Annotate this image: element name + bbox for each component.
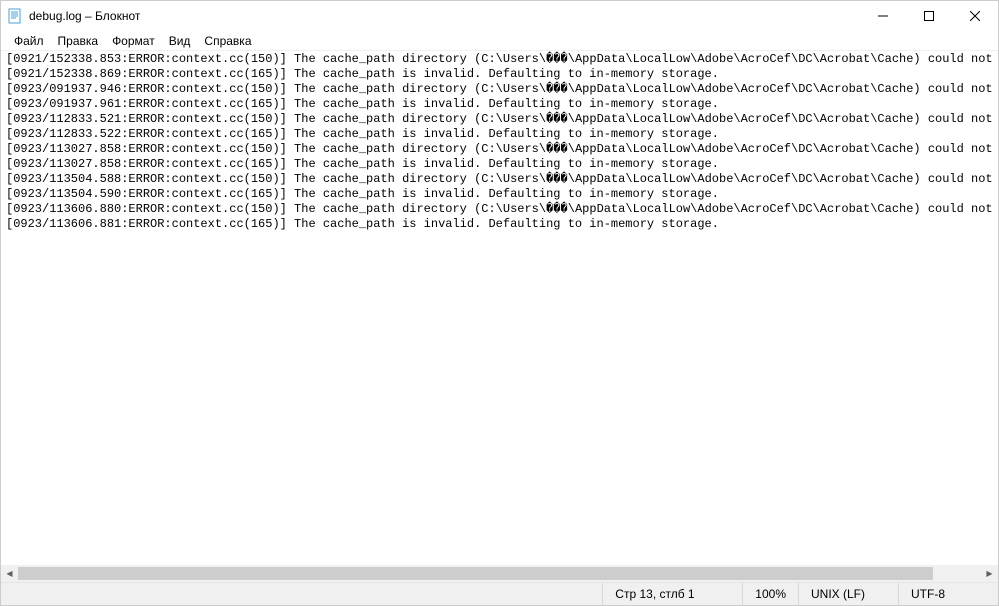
- scroll-left-arrow-icon[interactable]: ◀: [1, 565, 18, 582]
- content-area: [0921/152338.853:ERROR:context.cc(150)] …: [1, 51, 998, 582]
- menu-file[interactable]: Файл: [7, 34, 51, 48]
- status-position: Стр 13, стлб 1: [602, 583, 742, 605]
- menu-view[interactable]: Вид: [162, 34, 198, 48]
- menu-bar: Файл Правка Формат Вид Справка: [1, 31, 998, 51]
- scroll-track[interactable]: [18, 565, 981, 582]
- status-zoom: 100%: [742, 583, 798, 605]
- scroll-thumb[interactable]: [18, 567, 933, 580]
- title-bar: debug.log – Блокнот: [1, 1, 998, 31]
- menu-help[interactable]: Справка: [197, 34, 258, 48]
- window-title: debug.log – Блокнот: [29, 9, 140, 23]
- status-encoding: UTF-8: [898, 583, 998, 605]
- menu-format[interactable]: Формат: [105, 34, 162, 48]
- minimize-button[interactable]: [860, 1, 906, 31]
- notepad-icon: [7, 8, 23, 24]
- scroll-right-arrow-icon[interactable]: ▶: [981, 565, 998, 582]
- maximize-button[interactable]: [906, 1, 952, 31]
- status-eol: UNIX (LF): [798, 583, 898, 605]
- menu-edit[interactable]: Правка: [51, 34, 106, 48]
- horizontal-scrollbar[interactable]: ◀ ▶: [1, 565, 998, 582]
- close-button[interactable]: [952, 1, 998, 31]
- window-controls: [860, 1, 998, 31]
- status-bar: Стр 13, стлб 1 100% UNIX (LF) UTF-8: [1, 582, 998, 605]
- text-editor[interactable]: [0921/152338.853:ERROR:context.cc(150)] …: [1, 51, 998, 565]
